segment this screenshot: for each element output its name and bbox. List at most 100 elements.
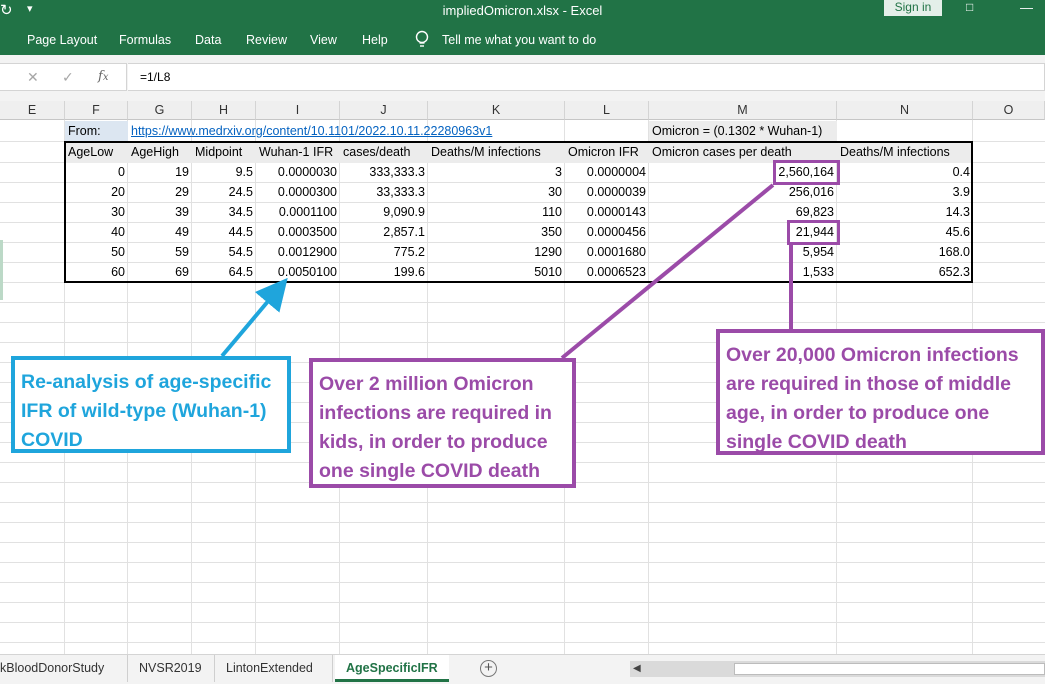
table-cell[interactable]: 110 (428, 202, 565, 223)
table-cell[interactable]: 0.0003500 (256, 222, 340, 243)
table-cell[interactable]: 40 (65, 222, 128, 243)
table-cell[interactable]: 24.5 (192, 182, 256, 203)
column-header-m[interactable]: M (649, 101, 837, 120)
table-cell[interactable]: 0.0000300 (256, 182, 340, 203)
tab-data[interactable]: Data (195, 33, 221, 47)
table-cell[interactable]: 2,560,164 (649, 162, 837, 183)
table-cell[interactable]: 256,016 (649, 182, 837, 203)
table-cell[interactable]: 50 (65, 242, 128, 263)
table-cell[interactable]: 69 (128, 262, 192, 283)
table-cell[interactable]: 9.5 (192, 162, 256, 183)
table-cell[interactable]: 30 (65, 202, 128, 223)
table-cell[interactable]: 0.0000004 (565, 162, 649, 183)
table-cell[interactable]: 44.5 (192, 222, 256, 243)
sheet-tab-blood-donor[interactable]: kBloodDonorStudy (0, 655, 128, 682)
tab-formulas[interactable]: Formulas (119, 33, 171, 47)
column-header-i[interactable]: I (256, 101, 340, 120)
table-cell[interactable]: 1290 (428, 242, 565, 263)
table-cell[interactable]: 34.5 (192, 202, 256, 223)
tab-help[interactable]: Help (362, 33, 388, 47)
table-cell[interactable]: 0.0050100 (256, 262, 340, 283)
tab-review[interactable]: Review (246, 33, 287, 47)
table-cell[interactable]: 5010 (428, 262, 565, 283)
column-header-e[interactable]: E (0, 101, 65, 120)
table-cell[interactable]: 5,954 (649, 242, 837, 263)
table-cell[interactable]: 69,823 (649, 202, 837, 223)
horizontal-scrollbar[interactable]: ◀ (630, 661, 1045, 677)
column-header-f[interactable]: F (65, 101, 128, 120)
table-cell[interactable]: 168.0 (837, 242, 973, 263)
header-cell[interactable]: Deaths/M infections (428, 142, 565, 163)
table-cell[interactable]: 59 (128, 242, 192, 263)
header-cell[interactable]: cases/death (340, 142, 428, 163)
sheet-tab-nvsr2019[interactable]: NVSR2019 (128, 655, 215, 682)
table-cell[interactable]: 1,533 (649, 262, 837, 283)
header-cell[interactable]: AgeLow (65, 142, 128, 163)
source-url-link[interactable]: https://www.medrxiv.org/content/10.1101/… (128, 121, 565, 142)
table-cell[interactable]: 0.0000030 (256, 162, 340, 183)
table-cell[interactable]: 0 (65, 162, 128, 183)
header-cell[interactable]: AgeHigh (128, 142, 192, 163)
table-cell[interactable]: 3.9 (837, 182, 973, 203)
table-cell[interactable]: 20 (65, 182, 128, 203)
table-cell[interactable]: 19 (128, 162, 192, 183)
table-cell[interactable]: 652.3 (837, 262, 973, 283)
tab-view[interactable]: View (310, 33, 337, 47)
column-header-h[interactable]: H (192, 101, 256, 120)
table-cell[interactable]: 0.0001680 (565, 242, 649, 263)
table-cell[interactable]: 30 (428, 182, 565, 203)
tell-me-search[interactable]: Tell me what you want to do (442, 33, 596, 47)
table-cell[interactable]: 0.0012900 (256, 242, 340, 263)
ribbon-display-options-icon[interactable]: □ (966, 0, 973, 14)
table-cell[interactable]: 0.0000456 (565, 222, 649, 243)
sheet-tab-age-specific-ifr[interactable]: AgeSpecificIFR (335, 655, 449, 682)
table-cell[interactable]: 9,090.9 (340, 202, 428, 223)
cancel-icon[interactable]: ✕ (27, 69, 39, 86)
header-cell[interactable]: Deaths/M infections (837, 142, 973, 163)
column-header-l[interactable]: L (565, 101, 649, 120)
table-cell[interactable]: 3 (428, 162, 565, 183)
from-label-cell[interactable]: From: (65, 121, 128, 142)
column-header-n[interactable]: N (837, 101, 973, 120)
table-cell[interactable]: 29 (128, 182, 192, 203)
header-cell[interactable]: Omicron cases per death (649, 142, 837, 163)
table-cell[interactable]: 0.0000143 (565, 202, 649, 223)
table-cell[interactable]: 0.0001100 (256, 202, 340, 223)
column-header-j[interactable]: J (340, 101, 428, 120)
enter-check-icon[interactable]: ✓ (62, 69, 74, 86)
column-header-o[interactable]: O (973, 101, 1045, 120)
table-cell[interactable]: 60 (65, 262, 128, 283)
header-cell[interactable]: Midpoint (192, 142, 256, 163)
table-cell[interactable]: 49 (128, 222, 192, 243)
sign-in-button[interactable]: Sign in (884, 0, 942, 16)
table-cell[interactable]: 0.0006523 (565, 262, 649, 283)
scroll-left-icon[interactable]: ◀ (633, 661, 641, 677)
insert-function-icon[interactable]: fx (98, 69, 108, 84)
table-cell[interactable]: 0.0000039 (565, 182, 649, 203)
header-cell[interactable]: Omicron IFR (565, 142, 649, 163)
minimize-icon[interactable]: — (1020, 0, 1033, 15)
omicron-formula-note-cell[interactable]: Omicron = (0.1302 * Wuhan-1) (649, 121, 837, 142)
column-header-g[interactable]: G (128, 101, 192, 120)
table-cell[interactable]: 64.5 (192, 262, 256, 283)
header-cell[interactable]: Wuhan-1 IFR (256, 142, 340, 163)
table-cell[interactable]: 33,333.3 (340, 182, 428, 203)
table-cell[interactable]: 21,944 (649, 222, 837, 243)
table-cell[interactable]: 333,333.3 (340, 162, 428, 183)
table-cell[interactable]: 45.6 (837, 222, 973, 243)
gridline (0, 562, 1045, 563)
sheet-tab-linton-extended[interactable]: LintonExtended (215, 655, 333, 682)
table-cell[interactable]: 199.6 (340, 262, 428, 283)
add-sheet-icon[interactable]: + (480, 660, 497, 677)
table-cell[interactable]: 775.2 (340, 242, 428, 263)
table-cell[interactable]: 0.4 (837, 162, 973, 183)
column-header-k[interactable]: K (428, 101, 565, 120)
tab-page-layout[interactable]: Page Layout (27, 33, 97, 47)
table-cell[interactable]: 2,857.1 (340, 222, 428, 243)
table-cell[interactable]: 14.3 (837, 202, 973, 223)
table-cell[interactable]: 39 (128, 202, 192, 223)
formula-input[interactable]: =1/L8 (128, 63, 1045, 91)
scrollbar-thumb[interactable] (734, 663, 1045, 675)
table-cell[interactable]: 54.5 (192, 242, 256, 263)
table-cell[interactable]: 350 (428, 222, 565, 243)
